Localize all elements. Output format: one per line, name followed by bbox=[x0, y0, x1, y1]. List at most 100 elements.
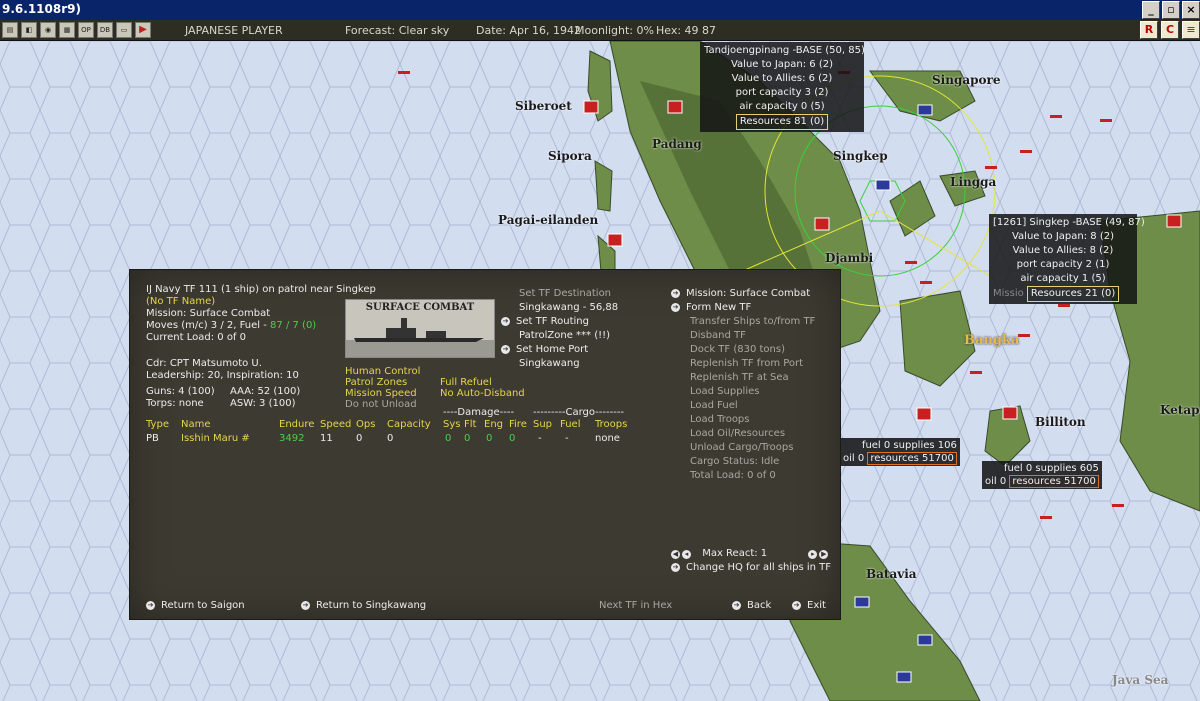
command-load-troops[interactable]: Load Troops bbox=[690, 414, 750, 426]
col-name: Name bbox=[181, 419, 211, 430]
cell-fuel: - bbox=[565, 433, 569, 444]
set-routing-button[interactable]: ➔ Set TF Routing bbox=[501, 316, 589, 328]
place-bangka: Bangka bbox=[964, 333, 1020, 348]
tf-name[interactable]: (No TF Name) bbox=[146, 296, 215, 308]
db-icon[interactable]: DB bbox=[97, 22, 113, 38]
back-button[interactable]: ➔ Back bbox=[732, 600, 771, 612]
exit-button[interactable]: ➔ Exit bbox=[792, 600, 826, 612]
change-hq-button[interactable]: ➔ Change HQ for all ships in TF bbox=[671, 562, 831, 574]
base-tooltip-title: [1261] Singkep -BASE (49, 87) bbox=[993, 217, 1145, 228]
close-button[interactable]: × bbox=[1182, 1, 1200, 19]
report-list-button[interactable]: ≡ bbox=[1182, 21, 1200, 39]
arrow-icon: ➔ bbox=[732, 600, 741, 610]
prev-icon[interactable]: ◂ bbox=[682, 550, 691, 559]
base-tooltip-line: Value to Allies: 8 (2) bbox=[1012, 245, 1114, 256]
return-saigon-label: Return to Saigon bbox=[161, 600, 245, 611]
base-tooltip-line: air capacity 0 (5) bbox=[739, 101, 825, 112]
cell-name[interactable]: Isshin Maru # bbox=[181, 433, 250, 444]
col-endure: Endure bbox=[279, 419, 315, 430]
cell-capacity: 0 bbox=[387, 433, 394, 444]
col-sup: Sup bbox=[533, 419, 553, 430]
minimize-button[interactable]: _ bbox=[1142, 1, 1160, 19]
col-capacity: Capacity bbox=[387, 419, 431, 430]
back-label: Back bbox=[747, 600, 772, 611]
tf-leadership: Leadership: 20, Inspiration: 10 bbox=[146, 370, 299, 381]
set-home-port-button[interactable]: ➔ Set Home Port bbox=[501, 344, 588, 356]
base-tooltip-tandjoengpinang: Tandjoengpinang -BASE (50, 85) Value to … bbox=[700, 42, 865, 132]
return-singkawang-button[interactable]: ➔ Return to Singkawang bbox=[301, 600, 426, 612]
report-c-button[interactable]: C bbox=[1161, 21, 1179, 39]
set-destination-label: Set TF Destination bbox=[519, 288, 612, 299]
ship-table-header: Type Name Endure Speed Ops Capacity Sys … bbox=[146, 419, 646, 431]
base-tooltip-singkep: [1261] Singkep -BASE (49, 87) Value to J… bbox=[989, 214, 1145, 304]
command-transfer-ships[interactable]: Transfer Ships to/from TF bbox=[690, 316, 815, 328]
menu-icon[interactable]: ▤ bbox=[2, 22, 18, 38]
arrow-icon: ➔ bbox=[671, 302, 680, 312]
command-mission-button[interactable]: ➔ Mission: Surface Combat bbox=[671, 288, 810, 300]
home-port-value: Singkawang bbox=[519, 358, 580, 369]
return-saigon-button[interactable]: ➔ Return to Saigon bbox=[146, 600, 245, 612]
command-load-fuel[interactable]: Load Fuel bbox=[690, 400, 738, 412]
command-replenish-sea[interactable]: Replenish TF at Sea bbox=[690, 372, 789, 384]
command-unload-cargo[interactable]: Unload Cargo/Troops bbox=[690, 442, 793, 454]
exit-label: Exit bbox=[807, 600, 826, 611]
supply-line: fuel 0 supplies 106 bbox=[861, 440, 957, 451]
last-icon[interactable]: ▶ bbox=[819, 550, 829, 559]
command-disband-tf[interactable]: Disband TF bbox=[690, 330, 746, 342]
cargo-header: ---------Cargo-------- bbox=[533, 407, 625, 418]
arrow-icon: ➔ bbox=[671, 562, 680, 572]
col-flt: Flt bbox=[464, 419, 477, 430]
map-icon[interactable]: ◧ bbox=[21, 22, 37, 38]
col-troops: Troops bbox=[595, 419, 628, 430]
col-ops: Ops bbox=[356, 419, 376, 430]
reports-icon[interactable]: ▦ bbox=[59, 22, 75, 38]
next-tf-button[interactable]: Next TF in Hex bbox=[599, 600, 672, 612]
cell-endure: 3492 bbox=[279, 433, 305, 444]
tf-asw: ASW: 3 (100) bbox=[230, 398, 296, 409]
mission-photo: SURFACE COMBAT bbox=[345, 299, 495, 358]
window-icon[interactable]: ▭ bbox=[116, 22, 132, 38]
restore-button[interactable]: ▫ bbox=[1162, 1, 1180, 19]
cell-speed: 11 bbox=[320, 433, 333, 444]
col-fuel: Fuel bbox=[560, 419, 581, 430]
supply-box-billiton: fuel 0 supplies 605 oil 0 resources 5170… bbox=[982, 461, 1102, 489]
command-form-new-tf-button[interactable]: ➔ Form New TF bbox=[671, 302, 751, 314]
window-title: 9.6.1108r9) bbox=[2, 2, 81, 16]
base-tooltip-title: Tandjoengpinang -BASE (50, 85) bbox=[704, 45, 865, 56]
tf-aaa: AAA: 52 (100) bbox=[230, 386, 301, 397]
op-icon[interactable]: OP bbox=[78, 22, 94, 38]
supply-box-bangka: fuel 0 supplies 106 oil 0 resources 5170… bbox=[840, 438, 960, 466]
globe-icon[interactable]: ◉ bbox=[40, 22, 56, 38]
player-label: JAPANESE PLAYER bbox=[185, 24, 283, 37]
place-lingga: Lingga bbox=[950, 175, 997, 189]
hex-label: Hex: 49 87 bbox=[656, 24, 717, 37]
arrow-icon: ➔ bbox=[792, 600, 801, 610]
date-label: Date: Apr 16, 1942 bbox=[476, 24, 582, 37]
tf-commander[interactable]: Cdr: CPT Matsumoto U. bbox=[146, 358, 262, 370]
command-replenish-port[interactable]: Replenish TF from Port bbox=[690, 358, 803, 370]
max-react-label: Max React: 1 bbox=[702, 548, 768, 559]
arrow-icon: ➔ bbox=[501, 344, 510, 354]
place-java-sea: Java Sea bbox=[1112, 673, 1169, 687]
command-load-supplies[interactable]: Load Supplies bbox=[690, 386, 759, 398]
base-tooltip-line: Value to Allies: 6 (2) bbox=[731, 73, 833, 84]
play-turn-icon[interactable]: ▶ bbox=[135, 22, 151, 38]
game-toolbar: ▤ ◧ ◉ ▦ OP DB ▭ ▶ JAPANESE PLAYER Foreca… bbox=[0, 20, 1200, 41]
base-tooltip-line: Value to Japan: 8 (2) bbox=[1011, 231, 1114, 242]
table-row[interactable]: PB Isshin Maru # 3492 11 0 0 0 0 0 0 - -… bbox=[146, 433, 646, 445]
option-do-not-unload[interactable]: Do not Unload bbox=[345, 399, 417, 411]
option-no-auto-disband[interactable]: No Auto-Disband bbox=[440, 388, 525, 400]
base-tooltip-line: Value to Japan: 6 (2) bbox=[730, 59, 833, 70]
command-dock-tf[interactable]: Dock TF (830 tons) bbox=[690, 344, 785, 356]
command-load-oil[interactable]: Load Oil/Resources bbox=[690, 428, 785, 440]
base-tooltip-line: air capacity 1 (5) bbox=[1020, 273, 1106, 284]
command-label: Mission: Surface Combat bbox=[686, 288, 811, 299]
set-home-port-label: Set Home Port bbox=[516, 344, 589, 355]
next-icon[interactable]: ▸ bbox=[808, 550, 818, 559]
tf-torps: Torps: none bbox=[146, 398, 204, 409]
max-react-control: ◀ ◂ Max React: 1 ▸ ▶ bbox=[671, 548, 830, 560]
cell-fire: 0 bbox=[509, 433, 516, 444]
place-padang: Padang bbox=[652, 137, 702, 151]
report-r-button[interactable]: R bbox=[1140, 21, 1158, 39]
first-icon[interactable]: ◀ bbox=[671, 550, 680, 559]
